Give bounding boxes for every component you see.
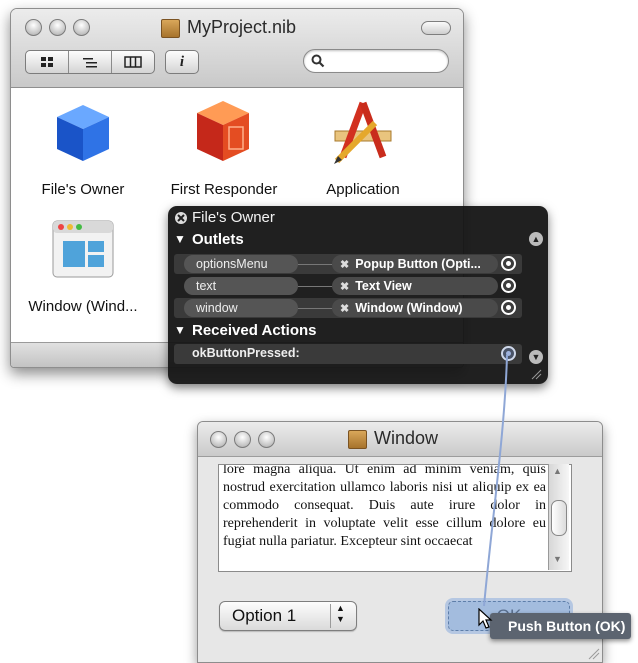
connection-line xyxy=(483,354,508,607)
cursor-icon xyxy=(478,608,493,629)
tooltip: Push Button (OK) xyxy=(490,613,632,639)
